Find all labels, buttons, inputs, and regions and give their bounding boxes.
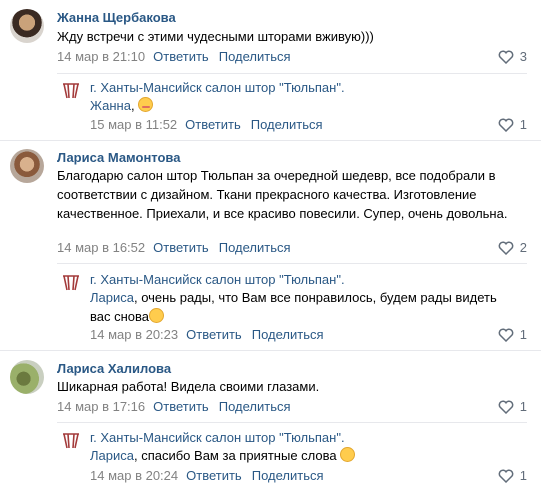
smiling-face-with-hearts-icon xyxy=(138,97,154,112)
reply-body: , спасибо Вам за приятные слова xyxy=(133,448,341,463)
heart-icon xyxy=(498,400,514,414)
divider xyxy=(0,350,541,351)
share-button[interactable]: Поделиться xyxy=(252,327,324,342)
tulip-logo-icon[interactable] xyxy=(60,272,82,294)
reply-meta: 14 мар в 20:23 Ответить Поделиться xyxy=(90,327,324,343)
share-button[interactable]: Поделиться xyxy=(252,468,324,483)
reply-body: , xyxy=(130,98,139,113)
divider xyxy=(0,140,541,141)
like-button[interactable]: 3 xyxy=(498,49,527,65)
heart-icon xyxy=(498,241,514,255)
heart-icon xyxy=(498,118,514,132)
reply-text: Жанна, xyxy=(90,96,520,115)
comment-date[interactable]: 14 мар в 16:52 xyxy=(57,240,145,255)
reply-author[interactable]: г. Ханты-Мансийск салон штор "Тюльпан". xyxy=(90,80,345,96)
reply-button[interactable]: Ответить xyxy=(153,240,209,255)
comment-text: Шикарная работа! Видела своими глазами. xyxy=(57,379,320,394)
like-count: 1 xyxy=(519,399,527,414)
divider xyxy=(57,263,527,264)
comment-meta: 14 мар в 16:52 Ответить Поделиться xyxy=(57,240,291,256)
like-count: 3 xyxy=(519,49,527,64)
flushed-face-icon xyxy=(149,308,165,323)
reply-addressee[interactable]: Жанна xyxy=(90,98,131,113)
comment-author[interactable]: Лариса Мамонтова xyxy=(57,150,180,166)
share-button[interactable]: Поделиться xyxy=(219,240,291,255)
heart-icon xyxy=(498,328,514,342)
reply-date[interactable]: 14 мар в 20:23 xyxy=(90,327,178,342)
like-button[interactable]: 1 xyxy=(498,327,527,343)
reply-text: Лариса, очень рады, что Вам все понравил… xyxy=(90,288,520,326)
flushed-face-icon xyxy=(340,447,356,462)
reply-button[interactable]: Ответить xyxy=(153,49,209,64)
reply-meta: 15 мар в 11:52 Ответить Поделиться xyxy=(90,117,323,133)
like-count: 1 xyxy=(519,327,527,342)
share-button[interactable]: Поделиться xyxy=(219,49,291,64)
like-count: 2 xyxy=(519,240,527,255)
reply-meta: 14 мар в 20:24 Ответить Поделиться xyxy=(90,468,324,484)
comment-meta: 14 мар в 21:10 Ответить Поделиться xyxy=(57,49,291,65)
reply-author[interactable]: г. Ханты-Мансийск салон штор "Тюльпан". xyxy=(90,272,345,288)
reply-addressee[interactable]: Лариса xyxy=(90,448,134,463)
reply-button[interactable]: Ответить xyxy=(185,117,241,132)
reply-date[interactable]: 14 мар в 20:24 xyxy=(90,468,178,483)
share-button[interactable]: Поделиться xyxy=(251,117,323,132)
divider xyxy=(57,422,527,423)
heart-icon xyxy=(498,50,514,64)
comment-author[interactable]: Лариса Халилова xyxy=(57,361,171,377)
reply-button[interactable]: Ответить xyxy=(153,399,209,414)
reply-text: Лариса, спасибо Вам за приятные слова xyxy=(90,446,520,465)
comment-meta: 14 мар в 17:16 Ответить Поделиться xyxy=(57,399,291,415)
like-button[interactable]: 1 xyxy=(498,468,527,484)
avatar[interactable] xyxy=(10,149,44,183)
share-button[interactable]: Поделиться xyxy=(219,399,291,414)
reply-button[interactable]: Ответить xyxy=(186,468,242,483)
reply-date[interactable]: 15 мар в 11:52 xyxy=(90,117,177,132)
comment-author[interactable]: Жанна Щербакова xyxy=(57,10,176,26)
comment-text: Благодарю салон штор Тюльпан за очередно… xyxy=(57,168,508,221)
like-count: 1 xyxy=(519,117,527,132)
reply-button[interactable]: Ответить xyxy=(186,327,242,342)
like-button[interactable]: 1 xyxy=(498,117,527,133)
avatar[interactable] xyxy=(10,360,44,394)
reply-author[interactable]: г. Ханты-Мансийск салон штор "Тюльпан". xyxy=(90,430,345,446)
comment-text: Жду встречи с этими чудесными шторами вж… xyxy=(57,29,374,44)
like-button[interactable]: 1 xyxy=(498,399,527,415)
comment-date[interactable]: 14 мар в 17:16 xyxy=(57,399,145,414)
avatar[interactable] xyxy=(10,9,44,43)
reply-addressee[interactable]: Лариса xyxy=(90,290,134,305)
heart-icon xyxy=(498,469,514,483)
tulip-logo-icon[interactable] xyxy=(60,80,82,102)
tulip-logo-icon[interactable] xyxy=(60,430,82,452)
divider xyxy=(57,73,527,74)
comment-date[interactable]: 14 мар в 21:10 xyxy=(57,49,145,64)
like-count: 1 xyxy=(519,468,527,483)
like-button[interactable]: 2 xyxy=(498,240,527,256)
